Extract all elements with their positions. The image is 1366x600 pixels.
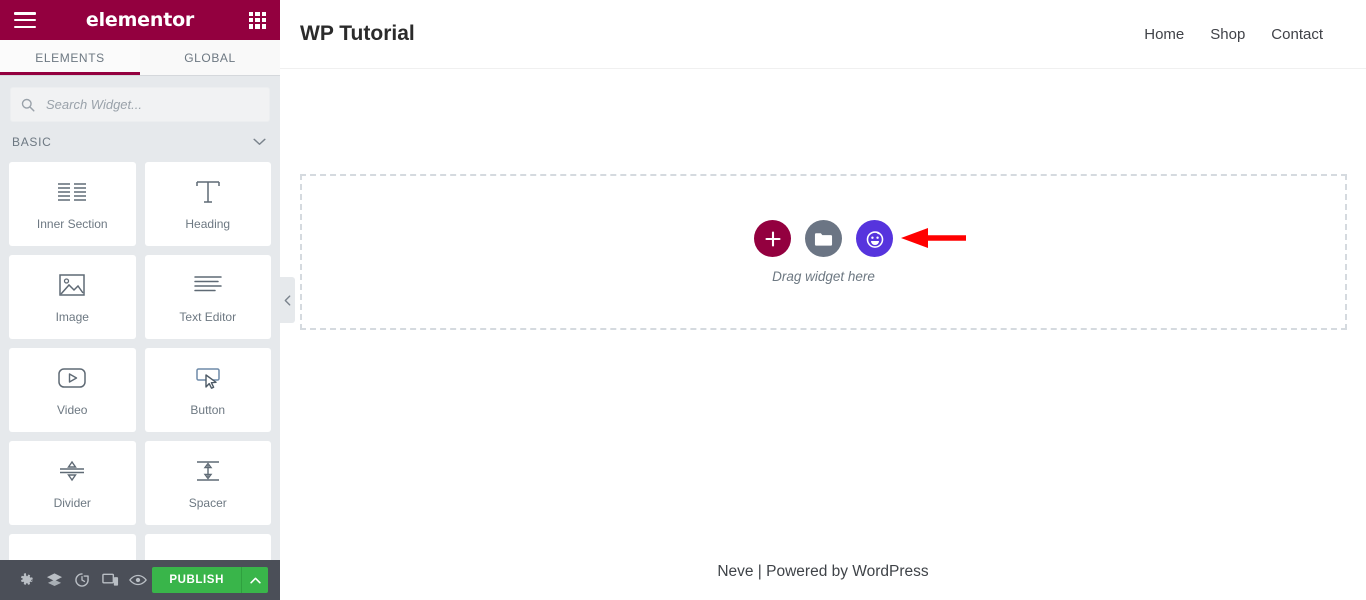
widget-label: Button — [190, 403, 226, 417]
panel-header: elementor — [0, 0, 280, 40]
preview-eye-icon[interactable] — [124, 560, 152, 600]
search-widget-container — [0, 76, 280, 122]
chevron-down-icon — [253, 138, 266, 145]
widget-divider[interactable]: Divider — [9, 441, 136, 525]
widget-inner-section[interactable]: Inner Section — [9, 162, 136, 246]
section-header-basic[interactable]: BASIC — [0, 122, 280, 162]
publish-options-button[interactable] — [241, 567, 268, 593]
spacer-icon — [193, 456, 223, 486]
widget-video[interactable]: Video — [9, 348, 136, 432]
widget-label: Image — [55, 310, 89, 324]
add-new-section-button[interactable] — [754, 220, 791, 257]
grid-apps-icon[interactable] — [249, 11, 266, 29]
empty-section-dropzone[interactable]: Drag widget here — [300, 174, 1347, 330]
drag-widget-hint: Drag widget here — [772, 269, 875, 284]
widget-list: Inner Section Heading Image Text Editor … — [0, 162, 280, 560]
nav-item-shop[interactable]: Shop — [1210, 26, 1245, 43]
site-body: Drag widget here — [280, 69, 1366, 544]
image-icon — [58, 270, 86, 300]
site-footer: Neve | Powered by WordPress — [717, 563, 929, 580]
navigator-layers-icon[interactable] — [40, 560, 68, 600]
add-kit-button[interactable] — [856, 220, 893, 257]
search-input[interactable] — [44, 96, 259, 113]
settings-gear-icon[interactable] — [12, 560, 40, 600]
widget-label: Inner Section — [36, 217, 108, 231]
folder-icon — [814, 232, 833, 246]
responsive-mode-icon[interactable] — [96, 560, 124, 600]
site-header: WP Tutorial Home Shop Contact — [280, 0, 1366, 69]
button-cursor-icon — [193, 363, 223, 393]
search-widget-box[interactable] — [10, 87, 270, 122]
widget-label: Text Editor — [179, 310, 237, 324]
widget-label: Divider — [53, 496, 91, 510]
widget-heading[interactable]: Heading — [144, 162, 271, 246]
nav-item-home[interactable]: Home — [1144, 26, 1184, 43]
video-play-icon — [57, 363, 87, 393]
dropzone-action-buttons — [754, 220, 893, 257]
widget-label: Heading — [185, 217, 231, 231]
add-template-button[interactable] — [805, 220, 842, 257]
publish-button[interactable]: PUBLISH — [152, 567, 241, 593]
tab-elements[interactable]: ELEMENTS — [0, 40, 140, 75]
hamburger-icon[interactable] — [14, 12, 36, 28]
site-nav: Home Shop Contact — [1144, 26, 1323, 43]
widget-label: Spacer — [188, 496, 227, 510]
widget-card-partial[interactable] — [144, 534, 271, 560]
widget-spacer[interactable]: Spacer — [144, 441, 271, 525]
chevron-up-icon — [249, 577, 261, 583]
text-editor-icon — [193, 270, 223, 300]
elementor-logo-text: elementor — [85, 9, 195, 31]
panel-collapse-handle[interactable] — [280, 277, 295, 323]
tab-global[interactable]: GLOBAL — [140, 40, 280, 75]
site-preview: WP Tutorial Home Shop Contact Drag widge… — [280, 0, 1366, 600]
elementor-widget-panel: elementor ELEMENTS GLOBAL BASIC — [0, 0, 280, 600]
happy-face-icon — [866, 230, 883, 248]
panel-footer: PUBLISH — [0, 560, 280, 600]
widget-card-partial[interactable] — [9, 534, 136, 560]
chevron-left-icon — [284, 294, 291, 306]
widget-button[interactable]: Button — [144, 348, 271, 432]
publish-button-group: PUBLISH — [152, 567, 268, 593]
plus-icon — [764, 230, 781, 247]
divider-icon — [57, 456, 87, 486]
widget-image[interactable]: Image — [9, 255, 136, 339]
nav-item-contact[interactable]: Contact — [1271, 26, 1323, 43]
panel-tabs: ELEMENTS GLOBAL — [0, 40, 280, 76]
heading-t-icon — [194, 177, 222, 207]
section-title: BASIC — [12, 135, 52, 149]
inner-section-icon — [56, 177, 88, 207]
elementor-editor: elementor ELEMENTS GLOBAL BASIC — [0, 0, 1366, 600]
history-clock-icon[interactable] — [68, 560, 96, 600]
widget-label: Video — [57, 403, 88, 417]
search-icon — [21, 98, 35, 112]
site-title: WP Tutorial — [300, 22, 415, 45]
widget-text-editor: Text Editor — [144, 255, 271, 339]
